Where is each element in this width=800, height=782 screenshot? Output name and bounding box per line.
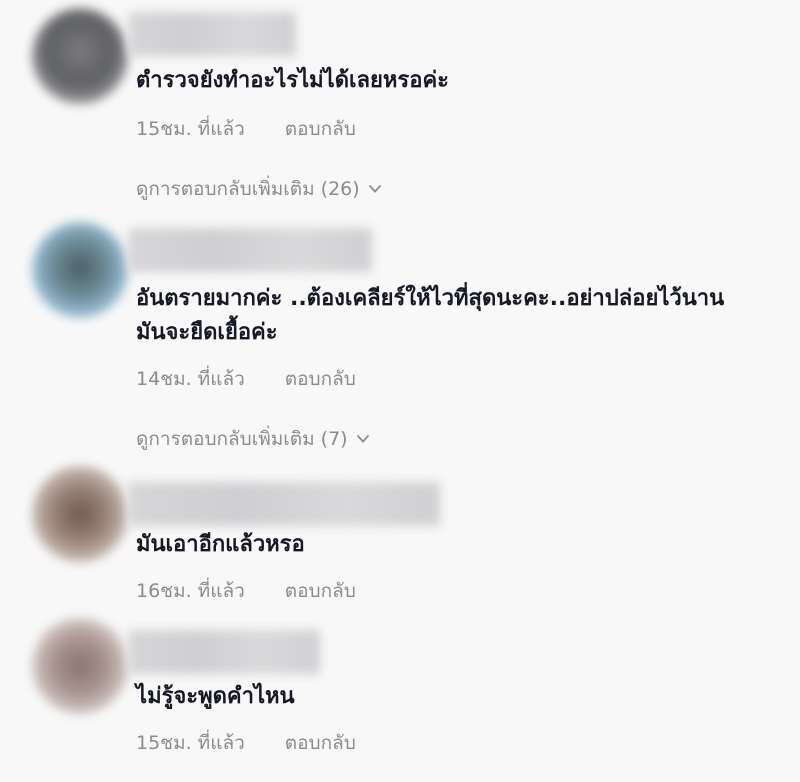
comment-timestamp: 16ชม. ที่แล้ว xyxy=(136,580,245,602)
comment-timestamp: 15ชม. ที่แล้ว xyxy=(136,118,245,140)
view-more-replies-label: ดูการตอบกลับเพิ่มเติม (7) xyxy=(136,428,348,450)
avatar[interactable] xyxy=(32,8,128,104)
comment-meta: 15ชม. ที่แล้ว ตอบกลับ xyxy=(136,114,356,144)
view-more-replies-label: ดูการตอบกลับเพิ่มเติม (26) xyxy=(136,178,360,200)
comment-text: มันเอาอีกแล้วหรอ xyxy=(136,532,305,557)
comment-timestamp: 15ชม. ที่แล้ว xyxy=(136,732,245,754)
chevron-down-icon xyxy=(356,435,369,443)
username[interactable] xyxy=(128,12,296,56)
avatar[interactable] xyxy=(32,222,128,318)
reply-button[interactable]: ตอบกลับ xyxy=(285,114,356,144)
view-more-replies-button[interactable]: ดูการตอบกลับเพิ่มเติม (7) xyxy=(136,424,370,454)
avatar[interactable] xyxy=(32,466,128,562)
comment-timestamp: 14ชม. ที่แล้ว xyxy=(136,368,245,390)
comment-text: ไม่รู้จะพูดคำไหน xyxy=(136,684,295,709)
comment-text: ตำรวจยังทำอะไรไม่ได้เลยหรอค่ะ xyxy=(136,68,449,93)
view-more-replies-button[interactable]: ดูการตอบกลับเพิ่มเติม (26) xyxy=(136,174,382,204)
comment-meta: 14ชม. ที่แล้ว ตอบกลับ xyxy=(136,364,356,394)
comment-meta: 16ชม. ที่แล้ว ตอบกลับ xyxy=(136,576,356,606)
comment-meta: 15ชม. ที่แล้ว ตอบกลับ xyxy=(136,728,356,758)
username[interactable] xyxy=(128,630,320,674)
username[interactable] xyxy=(128,228,372,272)
comment-text: อันตรายมากค่ะ ..ต้องเคลียร์ให้ไวที่สุดนะ… xyxy=(136,286,725,345)
reply-button[interactable]: ตอบกลับ xyxy=(285,728,356,758)
chevron-down-icon xyxy=(368,185,381,193)
username[interactable] xyxy=(128,482,440,526)
reply-button[interactable]: ตอบกลับ xyxy=(285,576,356,606)
reply-button[interactable]: ตอบกลับ xyxy=(285,364,356,394)
avatar[interactable] xyxy=(32,618,128,714)
